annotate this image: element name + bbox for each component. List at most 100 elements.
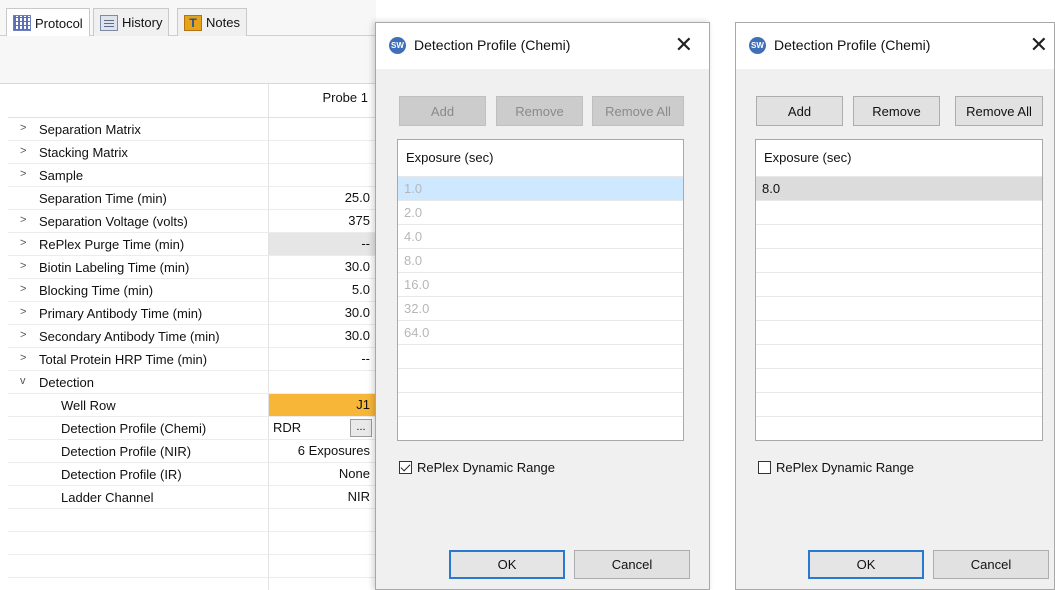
row-value[interactable]: 30.0 bbox=[269, 302, 376, 324]
grid-row[interactable]: > Total Protein HRP Time (min) -- bbox=[8, 348, 376, 371]
grid-row[interactable]: > Blocking Time (min) 5.0 bbox=[8, 279, 376, 302]
row-value[interactable] bbox=[269, 141, 376, 163]
grid-row[interactable]: Detection Profile (Chemi) RDR... bbox=[8, 417, 376, 440]
remove-button[interactable]: Remove bbox=[496, 96, 583, 126]
grid-row[interactable]: > Stacking Matrix bbox=[8, 141, 376, 164]
chevron-right-icon[interactable]: > bbox=[20, 260, 32, 272]
grid-row[interactable]: Separation Time (min) 25.0 bbox=[8, 187, 376, 210]
row-value[interactable]: 25.0 bbox=[269, 187, 376, 209]
chevron-right-icon[interactable]: > bbox=[20, 122, 32, 134]
add-button[interactable]: Add bbox=[399, 96, 486, 126]
row-value[interactable]: RDR... bbox=[269, 417, 376, 439]
row-value-text: RDR bbox=[273, 420, 302, 435]
empty-list-row bbox=[398, 368, 683, 392]
list-item[interactable]: 4.0 bbox=[398, 224, 683, 248]
row-value[interactable]: 30.0 bbox=[269, 325, 376, 347]
close-icon[interactable]: ✕ bbox=[1030, 32, 1048, 58]
chevron-right-icon[interactable]: > bbox=[20, 306, 32, 318]
add-button[interactable]: Add bbox=[756, 96, 843, 126]
row-label: Detection Profile (IR) bbox=[61, 467, 182, 482]
pane-header bbox=[0, 36, 376, 84]
dialog-title: Detection Profile (Chemi) bbox=[414, 37, 571, 53]
exposure-list[interactable]: Exposure (sec) 1.0 2.0 4.0 8.0 16.0 32.0 64.0 bbox=[397, 139, 684, 441]
row-value[interactable]: 30.0 bbox=[269, 256, 376, 278]
chevron-right-icon[interactable]: > bbox=[20, 214, 32, 226]
grid-row[interactable]: > RePlex Purge Time (min) -- bbox=[8, 233, 376, 256]
row-label: Separation Time (min) bbox=[39, 191, 167, 206]
grid-row[interactable]: Detection Profile (IR) None bbox=[8, 463, 376, 486]
replex-dynamic-range-checkbox[interactable]: RePlex Dynamic Range bbox=[399, 460, 555, 475]
remove-all-button[interactable]: Remove All bbox=[955, 96, 1043, 126]
empty-list-row bbox=[756, 272, 1042, 296]
grid-row[interactable]: > Biotin Labeling Time (min) 30.0 bbox=[8, 256, 376, 279]
grid-row[interactable]: Ladder Channel NIR bbox=[8, 486, 376, 509]
chevron-right-icon[interactable]: > bbox=[20, 329, 32, 341]
empty-list-row bbox=[756, 320, 1042, 344]
row-value[interactable] bbox=[269, 164, 376, 186]
row-value[interactable]: -- bbox=[269, 348, 376, 370]
row-value[interactable] bbox=[269, 118, 376, 140]
empty-list-row bbox=[756, 392, 1042, 416]
row-label: Primary Antibody Time (min) bbox=[39, 306, 203, 321]
list-item[interactable]: 64.0 bbox=[398, 320, 683, 344]
tab-protocol[interactable]: Protocol bbox=[6, 8, 90, 37]
row-value[interactable]: 5.0 bbox=[269, 279, 376, 301]
chevron-right-icon[interactable]: > bbox=[20, 168, 32, 180]
grid-row[interactable]: > Primary Antibody Time (min) 30.0 bbox=[8, 302, 376, 325]
list-item[interactable]: 8.0 bbox=[756, 176, 1042, 200]
list-item[interactable]: 8.0 bbox=[398, 248, 683, 272]
checkbox-box[interactable] bbox=[758, 461, 771, 474]
empty-row bbox=[8, 555, 376, 578]
grid-row[interactable]: > Sample bbox=[8, 164, 376, 187]
remove-all-button[interactable]: Remove All bbox=[592, 96, 684, 126]
grid-row[interactable]: > Separation Voltage (volts) 375 bbox=[8, 210, 376, 233]
dialog-title-bar: SW Detection Profile (Chemi) ✕ bbox=[736, 23, 1054, 69]
list-item[interactable]: 2.0 bbox=[398, 200, 683, 224]
replex-dynamic-range-checkbox[interactable]: RePlex Dynamic Range bbox=[758, 460, 914, 475]
grid-row[interactable]: v Detection bbox=[8, 371, 376, 394]
detection-profile-dialog-2: SW Detection Profile (Chemi) ✕ Add Remov… bbox=[735, 22, 1055, 590]
grid-row[interactable]: Well Row J1 bbox=[8, 394, 376, 417]
close-icon[interactable]: ✕ bbox=[675, 32, 693, 58]
row-label: Detection Profile (NIR) bbox=[61, 444, 192, 459]
remove-button[interactable]: Remove bbox=[853, 96, 940, 126]
list-item[interactable]: 32.0 bbox=[398, 296, 683, 320]
dialog-title: Detection Profile (Chemi) bbox=[774, 37, 931, 53]
ellipsis-button[interactable]: ... bbox=[350, 419, 372, 437]
empty-list-row bbox=[756, 368, 1042, 392]
chevron-right-icon[interactable]: > bbox=[20, 352, 32, 364]
row-value[interactable]: -- bbox=[269, 233, 376, 255]
row-value[interactable] bbox=[269, 371, 376, 393]
chevron-right-icon[interactable]: > bbox=[20, 283, 32, 295]
exposure-list[interactable]: Exposure (sec) 8.0 bbox=[755, 139, 1043, 441]
cancel-button[interactable]: Cancel bbox=[933, 550, 1049, 579]
chevron-right-icon[interactable]: > bbox=[20, 237, 32, 249]
tab-notes[interactable]: T Notes bbox=[177, 8, 247, 36]
grid-row[interactable]: > Secondary Antibody Time (min) 30.0 bbox=[8, 325, 376, 348]
list-item[interactable]: 16.0 bbox=[398, 272, 683, 296]
row-label: Biotin Labeling Time (min) bbox=[39, 260, 190, 275]
chevron-down-icon[interactable]: v bbox=[20, 375, 32, 387]
row-label: Stacking Matrix bbox=[39, 145, 128, 160]
checkbox-box[interactable] bbox=[399, 461, 412, 474]
ok-button[interactable]: OK bbox=[808, 550, 924, 579]
cancel-button[interactable]: Cancel bbox=[574, 550, 690, 579]
row-value[interactable]: 375 bbox=[269, 210, 376, 232]
grid-row[interactable]: Detection Profile (NIR) 6 Exposures bbox=[8, 440, 376, 463]
grid-header: Probe 1 bbox=[8, 84, 376, 118]
row-value[interactable]: None bbox=[269, 463, 376, 485]
row-value[interactable]: NIR bbox=[269, 486, 376, 508]
list-item[interactable]: 1.0 bbox=[398, 176, 683, 200]
tab-history[interactable]: History bbox=[93, 8, 170, 36]
row-label: Sample bbox=[39, 168, 84, 183]
empty-list-row bbox=[756, 296, 1042, 320]
row-value[interactable]: J1 bbox=[269, 394, 376, 416]
dialog-title-bar: SW Detection Profile (Chemi) ✕ bbox=[376, 23, 709, 69]
checkbox-label: RePlex Dynamic Range bbox=[417, 460, 556, 475]
ok-button[interactable]: OK bbox=[449, 550, 565, 579]
grid-rows: > Separation Matrix > Stacking Matrix > Sampl… bbox=[8, 118, 376, 578]
chevron-right-icon[interactable]: > bbox=[20, 145, 32, 157]
app-logo-icon: SW bbox=[389, 37, 406, 54]
row-value[interactable]: 6 Exposures bbox=[269, 440, 376, 462]
grid-row[interactable]: > Separation Matrix bbox=[8, 118, 376, 141]
